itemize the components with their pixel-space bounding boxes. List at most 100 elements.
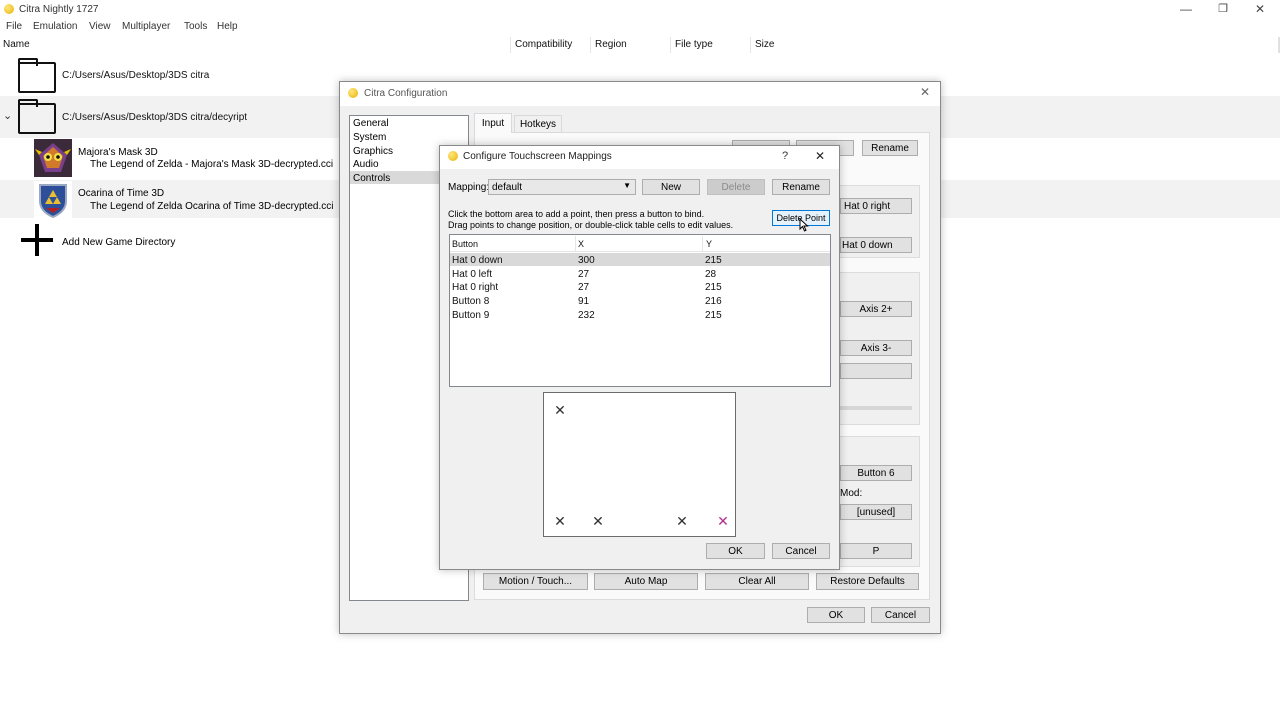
category-general[interactable]: General	[353, 118, 389, 129]
column-divider	[670, 37, 671, 53]
binding-button[interactable]: Axis 3-	[840, 340, 912, 356]
mapping-label: Mapping:	[448, 182, 490, 193]
table-cell[interactable]: 215	[705, 310, 722, 321]
close-icon[interactable]: ✕	[815, 149, 825, 163]
help-icon[interactable]: ?	[782, 150, 788, 162]
restore-defaults-button[interactable]: Restore Defaults	[816, 573, 919, 590]
table-cell[interactable]: 28	[705, 269, 716, 280]
menu-file[interactable]: File	[6, 21, 22, 32]
game-filename[interactable]: The Legend of Zelda Ocarina of Time 3D-d…	[90, 201, 333, 212]
table-cell[interactable]: 300	[578, 255, 595, 266]
column-header-y[interactable]: Y	[706, 239, 712, 249]
column-header-region[interactable]: Region	[595, 39, 627, 50]
binding-button[interactable]: P	[840, 543, 912, 559]
touch-ok-button[interactable]: OK	[706, 543, 765, 559]
game-title[interactable]: Ocarina of Time 3D	[78, 188, 164, 199]
motion-touch-button[interactable]: Motion / Touch...	[483, 573, 588, 590]
modifier-label: Mod:	[840, 488, 863, 499]
menu-view[interactable]: View	[89, 21, 111, 32]
column-header-button[interactable]: Button	[452, 239, 478, 249]
table-cell[interactable]: 27	[578, 269, 589, 280]
game-title[interactable]: Majora's Mask 3D	[78, 147, 158, 158]
majoras-mask-icon	[34, 139, 72, 177]
category-controls[interactable]: Controls	[353, 173, 390, 184]
restore-button[interactable]: ❐	[1205, 0, 1241, 19]
cancel-button[interactable]: Cancel	[871, 607, 930, 623]
tab-input[interactable]: Input	[474, 113, 512, 133]
table-row-selected[interactable]	[450, 253, 830, 266]
table-cell[interactable]: 215	[705, 255, 722, 266]
binding-button[interactable]	[840, 363, 912, 379]
binding-button[interactable]: Hat 0 down	[840, 237, 912, 253]
category-audio[interactable]: Audio	[353, 159, 379, 170]
binding-button[interactable]: Hat 0 right	[840, 198, 912, 214]
clear-all-button[interactable]: Clear All	[705, 573, 809, 590]
minimize-button[interactable]: —	[1168, 0, 1204, 19]
citra-logo-icon	[4, 4, 14, 14]
touchscreen-dialog-title: Configure Touchscreen Mappings	[463, 151, 612, 162]
tab-hotkeys[interactable]: Hotkeys	[514, 115, 562, 133]
table-cell[interactable]: 215	[705, 282, 722, 293]
rename-mapping-button[interactable]: Rename	[772, 179, 830, 195]
table-cell[interactable]: Button 9	[452, 310, 489, 321]
column-header-size[interactable]: Size	[755, 39, 774, 50]
touch-point-marker[interactable]: ✕	[553, 403, 567, 417]
column-divider	[590, 37, 591, 53]
mapping-select[interactable]: default ▼	[488, 179, 636, 195]
menu-tools[interactable]: Tools	[184, 21, 207, 32]
citra-logo-icon	[348, 88, 358, 98]
ocarina-of-time-icon	[34, 181, 72, 219]
table-cell[interactable]: 27	[578, 282, 589, 293]
menu-help[interactable]: Help	[217, 21, 238, 32]
table-cell[interactable]: 232	[578, 310, 595, 321]
column-header-filetype[interactable]: File type	[675, 39, 713, 50]
folder-icon	[18, 99, 56, 134]
title-bar	[0, 0, 1280, 19]
touch-point-marker[interactable]: ✕	[591, 514, 605, 528]
column-header-name[interactable]: Name	[3, 39, 30, 50]
chevron-down-icon: ▼	[623, 181, 631, 190]
menu-multiplayer[interactable]: Multiplayer	[122, 21, 170, 32]
game-filename[interactable]: The Legend of Zelda - Majora's Mask 3D-d…	[90, 159, 333, 170]
chevron-down-icon[interactable]: ⌄	[3, 109, 12, 122]
menu-emulation[interactable]: Emulation	[33, 21, 77, 32]
instruction-text: Click the bottom area to add a point, th…	[448, 209, 705, 219]
touch-cancel-button[interactable]: Cancel	[772, 543, 830, 559]
table-header	[450, 235, 830, 252]
new-mapping-button[interactable]: New	[642, 179, 700, 195]
delete-mapping-button[interactable]: Delete	[707, 179, 765, 195]
auto-map-button[interactable]: Auto Map	[594, 573, 698, 590]
game-directory-path[interactable]: C:/Users/Asus/Desktop/3DS citra	[62, 70, 209, 81]
column-header-compatibility[interactable]: Compatibility	[515, 39, 572, 50]
configuration-title: Citra Configuration	[364, 88, 448, 99]
table-cell[interactable]: Hat 0 right	[452, 282, 498, 293]
mapping-select-value: default	[492, 182, 523, 193]
table-cell[interactable]: Hat 0 down	[452, 255, 503, 266]
category-graphics[interactable]: Graphics	[353, 146, 393, 157]
binding-button[interactable]: Button 6	[840, 465, 912, 481]
touchscreen-area[interactable]	[543, 392, 736, 537]
window-title: Citra Nightly 1727	[19, 4, 99, 15]
citra-logo-icon	[448, 151, 458, 161]
binding-button[interactable]: Axis 2+	[840, 301, 912, 317]
rename-profile-button[interactable]: Rename	[862, 140, 918, 156]
column-divider	[510, 37, 511, 53]
table-cell[interactable]: Button 8	[452, 296, 489, 307]
deadzone-slider[interactable]	[840, 406, 912, 410]
table-cell[interactable]: 91	[578, 296, 589, 307]
column-header-x[interactable]: X	[578, 239, 584, 249]
close-window-button[interactable]: ✕	[1242, 0, 1278, 19]
modifier-binding-button[interactable]: [unused]	[840, 504, 912, 520]
instruction-text: Drag points to change position, or doubl…	[448, 220, 734, 230]
add-game-directory[interactable]: Add New Game Directory	[62, 237, 175, 248]
close-icon[interactable]: ✕	[920, 85, 930, 99]
plus-icon[interactable]	[21, 224, 53, 256]
selected-touch-point-marker[interactable]: ✕	[716, 514, 730, 528]
table-cell[interactable]: Hat 0 left	[452, 269, 492, 280]
ok-button[interactable]: OK	[807, 607, 865, 623]
game-directory-path[interactable]: C:/Users/Asus/Desktop/3DS citra/decyript	[62, 112, 247, 123]
table-cell[interactable]: 216	[705, 296, 722, 307]
touch-point-marker[interactable]: ✕	[553, 514, 567, 528]
touch-point-marker[interactable]: ✕	[675, 514, 689, 528]
category-system[interactable]: System	[353, 132, 386, 143]
